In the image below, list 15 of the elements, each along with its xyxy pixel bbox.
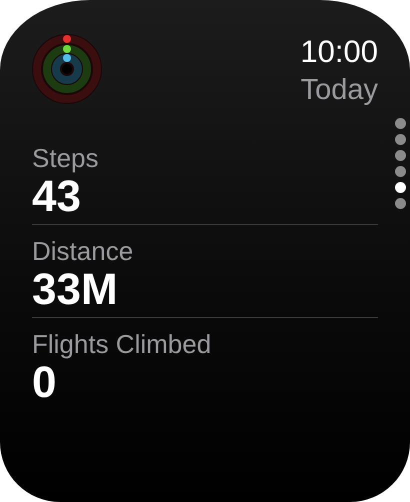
metric-label: Distance [32, 235, 134, 267]
page-dot[interactable] [395, 118, 406, 129]
metric-label: Steps [32, 142, 98, 174]
page-dot[interactable] [395, 150, 406, 161]
metric-label: Flights Climbed [32, 328, 212, 360]
date-label: Today [300, 73, 378, 108]
page-dot[interactable] [395, 182, 406, 193]
activity-rings-icon [32, 34, 102, 104]
metric-value: 33M [32, 267, 118, 313]
page-dot[interactable] [395, 166, 406, 177]
metric-value: 43 [32, 174, 81, 220]
page-dot[interactable] [395, 134, 406, 145]
page-dot[interactable] [395, 198, 406, 209]
metric-value: 0 [32, 360, 56, 406]
time: 10:00 [300, 34, 378, 70]
